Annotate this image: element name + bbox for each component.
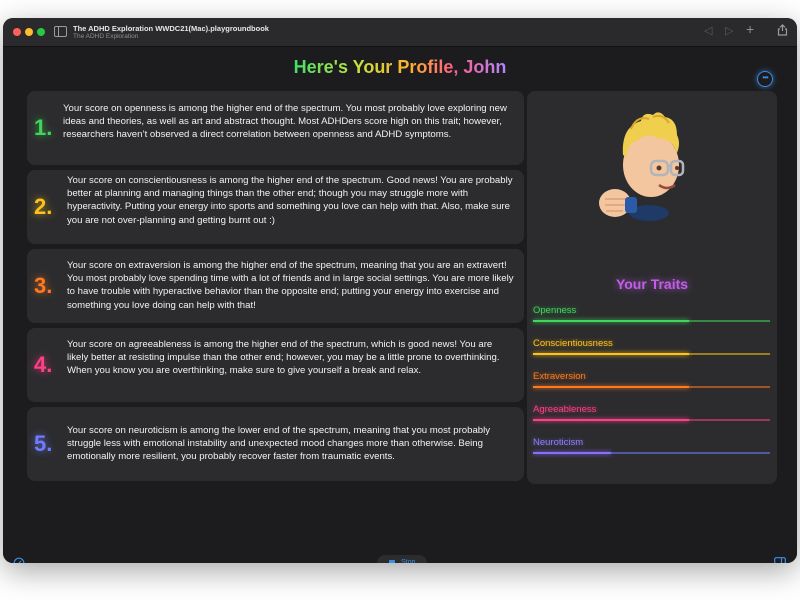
trait-label: Extraversion [533,371,586,382]
app-window: The ADHD Exploration WWDC21(Mac).playgro… [3,18,797,563]
card-text: Your score on openness is among the high… [63,103,507,141]
share-icon[interactable] [777,24,788,40]
card-number: 2. [34,194,53,219]
trait-label: Conscientiousness [533,338,613,349]
trait-fill [533,320,690,322]
card-text: Your score on neuroticism is among the l… [67,425,491,463]
card-text: Your score on agreeableness is among the… [67,339,500,377]
trait-label: Openness [533,305,577,316]
chevron-right-icon[interactable]: ▷ [725,24,733,38]
zoom-window-button[interactable] [37,28,45,36]
page-title-text: Here's Your Profile, John [293,57,507,77]
trait-bar-conscientiousness: Conscientiousness [533,338,770,355]
trait-card-neuroticism: 5. Your score on neuroticism is among th… [27,407,524,481]
card-number: 1. [34,115,53,140]
sidebar-right-icon[interactable] [774,557,786,563]
stop-icon [389,560,395,563]
sidebar-toggle-icon[interactable] [54,26,67,37]
trait-fill [533,353,690,355]
card-number: 3. [34,273,53,298]
card-text: Your score on extraversion is among the … [67,260,514,311]
card-number: 5. [34,431,53,456]
trait-bar-openness: Openness [533,305,770,322]
speedometer-icon[interactable] [13,557,25,563]
trait-bar-agreeableness: Agreeableness [533,404,770,421]
plus-icon[interactable]: + [746,22,754,36]
profile-panel: Your Traits Openness Conscientiousness E… [527,91,777,484]
trait-label: Neuroticism [533,437,584,448]
close-window-button[interactable] [13,28,21,36]
trait-fill [533,452,612,454]
stop-label: Stop [401,559,416,563]
page-title: Here's Your Profile, John [3,57,797,78]
window-subtitle: The ADHD Exploration [73,33,139,40]
stop-button[interactable]: Stop [377,555,427,563]
trait-bar-extraversion: Extraversion [533,371,770,388]
card-number: 4. [34,352,53,377]
trait-fill [533,386,690,388]
window-title: The ADHD Exploration WWDC21(Mac).playgro… [73,24,269,33]
playground-live-view: Here's Your Profile, John ••• 1. Your sc… [3,47,797,563]
ellipsis-circle-icon[interactable]: ••• [757,71,773,87]
trait-label: Agreeableness [533,404,597,415]
trait-bar-neuroticism: Neuroticism [533,437,770,454]
card-text: Your score on conscientiousness is among… [67,175,513,226]
traits-title: Your Traits [615,276,689,292]
trait-card-agreeableness: 4. Your score on agreeableness is among … [27,328,524,402]
trait-card-extraversion: 3. Your score on extraversion is among t… [27,249,524,323]
trait-card-openness: 1. Your score on openness is among the h… [27,91,524,165]
trait-fill [533,419,690,421]
chevron-left-icon[interactable]: ◁ [704,24,712,38]
minimize-window-button[interactable] [25,28,33,36]
trait-card-conscientiousness: 2. Your score on conscientiousness is am… [27,170,524,244]
title-bar: The ADHD Exploration WWDC21(Mac).playgro… [3,18,797,47]
memoji-avatar [597,107,697,225]
